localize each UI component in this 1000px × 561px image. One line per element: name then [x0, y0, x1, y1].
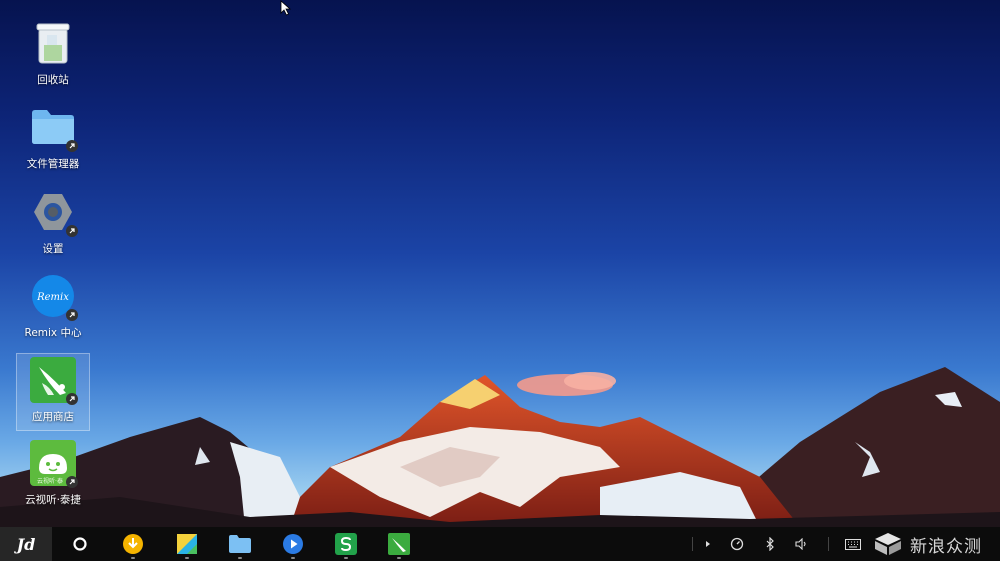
tray-volume[interactable]	[792, 527, 812, 561]
speed-gauge-icon	[730, 537, 744, 551]
shortcut-arrow-icon	[66, 225, 78, 237]
desktop-icon-label: 设置	[42, 243, 64, 255]
taskbar-search-button[interactable]	[65, 527, 95, 561]
shortcut-arrow-icon	[66, 393, 78, 405]
running-indicator	[185, 557, 189, 559]
taskbar-app-gallery[interactable]	[172, 527, 202, 561]
search-circle-icon	[73, 537, 87, 551]
desktop-icon-app-store[interactable]: 应用商店	[16, 353, 90, 431]
shortcut-arrow-icon	[66, 140, 78, 152]
desktop-icon-settings[interactable]: 设置	[16, 186, 90, 264]
bluetooth-icon	[766, 537, 774, 551]
taskbar-app-video[interactable]	[278, 527, 308, 561]
tray-separator	[828, 537, 829, 551]
watermark-text: 新浪众测	[910, 536, 982, 557]
keyboard-icon	[845, 538, 861, 550]
volume-icon	[795, 538, 806, 550]
taskbar-app-download[interactable]	[118, 527, 148, 561]
tray-bluetooth[interactable]	[760, 527, 780, 561]
running-indicator	[344, 557, 348, 559]
desktop-icon-recycle-bin[interactable]: 回收站	[16, 17, 90, 95]
taskbar: Jd	[0, 527, 1000, 561]
download-icon	[123, 534, 143, 554]
tray-keyboard[interactable]	[843, 527, 863, 561]
taskbar-app-spreadsheet[interactable]	[331, 527, 361, 561]
tv-app-sublabel: 云视听·泰	[37, 477, 63, 485]
running-indicator	[131, 557, 135, 559]
folder-icon	[32, 110, 74, 144]
running-indicator	[238, 557, 242, 559]
spreadsheet-icon	[335, 533, 357, 555]
desktop-icon-label: 云视听·泰捷	[25, 494, 81, 506]
desktop-icon-label: Remix 中心	[24, 327, 82, 339]
gallery-icon	[177, 534, 197, 554]
video-player-icon	[283, 534, 303, 554]
watermark: 新浪众测	[874, 530, 982, 558]
folder-icon	[229, 535, 251, 553]
tray-separator	[692, 537, 693, 551]
recycle-bin-icon	[36, 23, 70, 64]
desktop-icon-file-manager[interactable]: 文件管理器	[16, 101, 90, 179]
mouse-cursor-icon	[280, 0, 292, 16]
desktop-icon-label: 文件管理器	[26, 158, 80, 170]
running-indicator	[397, 557, 401, 559]
expand-arrow-icon	[706, 541, 710, 547]
desktop-icon-tv-app[interactable]: 云视听·泰 云视听·泰捷	[16, 437, 90, 515]
desktop-icon-remix-center[interactable]: Remix Remix 中心	[16, 270, 90, 348]
shortcut-arrow-icon	[66, 476, 78, 488]
taskbar-app-store[interactable]	[384, 527, 414, 561]
desktop-icon-label: 回收站	[37, 74, 69, 86]
remix-logo-text: Remix	[36, 292, 69, 303]
tray-expand-button[interactable]	[698, 527, 718, 561]
desktop[interactable]: 回收站 文件管理器 设置 Remix Remix 中心 应用商店 云视听·泰 云…	[0, 0, 1000, 527]
app-store-icon	[388, 533, 410, 555]
taskbar-app-file-manager[interactable]	[225, 527, 255, 561]
wallpaper-mountains	[0, 367, 1000, 527]
running-indicator	[291, 557, 295, 559]
cube-logo-icon	[875, 533, 901, 555]
desktop-icon-label: 应用商店	[32, 411, 74, 423]
start-logo-icon: Jd	[16, 534, 36, 554]
start-button[interactable]: Jd	[0, 527, 52, 561]
shortcut-arrow-icon	[66, 309, 78, 321]
tray-speed-indicator[interactable]	[727, 527, 747, 561]
